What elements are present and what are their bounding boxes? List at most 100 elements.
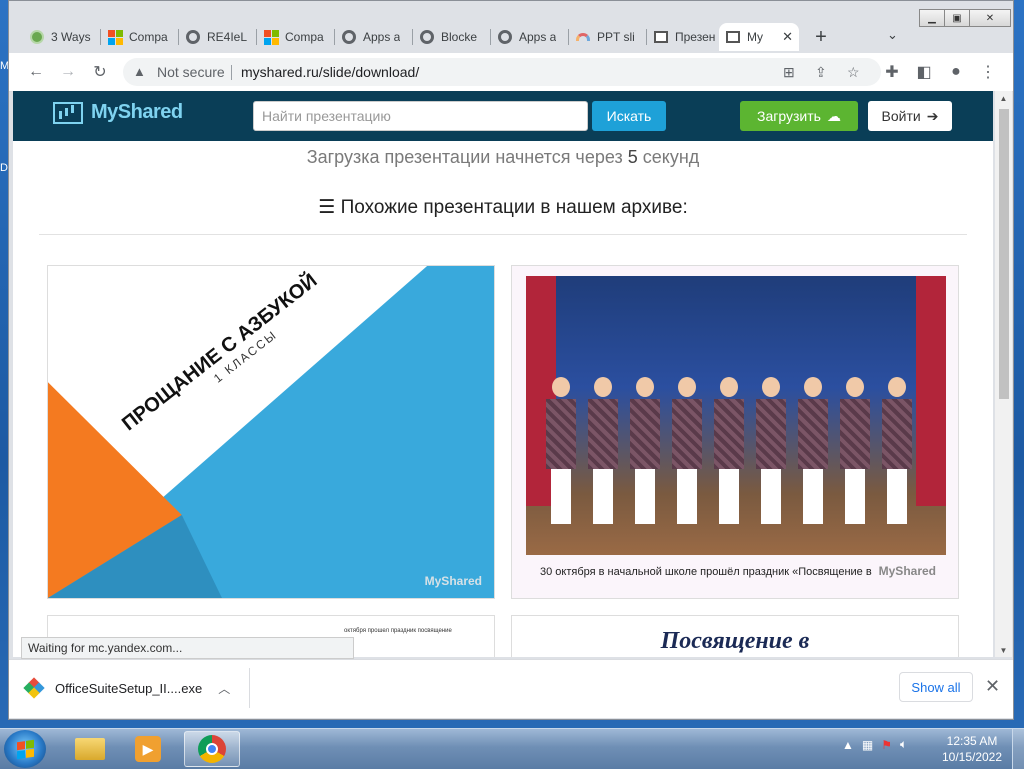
installer-file-icon [23,677,45,699]
desktop-edge-text: D [0,162,8,174]
tab-strip: 3 Ways Compa RE4IeL Compa Apps a Blocke [9,1,1013,53]
system-clock[interactable]: 12:35 AM 10/15/2022 [940,733,1004,765]
security-label[interactable]: Not secure [157,64,225,80]
tab-compa[interactable]: Compa [101,23,179,51]
show-all-button[interactable]: Show all [899,672,973,702]
search-input[interactable] [253,101,588,131]
action-center-flag-icon[interactable]: ⚑ [881,738,892,752]
scrollbar-thumb[interactable] [999,109,1009,399]
reload-icon[interactable]: ↻ [89,61,111,83]
tab-title: Apps a [519,30,557,44]
warning-triangle-icon[interactable]: ▲ [133,64,146,79]
side-panel-icon[interactable]: ◧ [913,61,935,83]
tab-title: 3 Ways [51,30,91,44]
browser-toolbar: ← → ↻ ▲ Not secure myshared.ru/slide/dow… [9,53,1013,92]
chevron-up-icon[interactable]: ︿ [218,680,230,697]
scroll-down-arrow-icon[interactable]: ▼ [995,643,1012,657]
presentation-card[interactable]: Посвящение в [511,615,959,657]
cloud-upload-icon: ☁ [826,107,841,124]
tab-title: Blocke [441,30,478,44]
myshared-watermark: MyShared [878,564,936,578]
tab-compa-2[interactable]: Compa [257,23,335,51]
tab-apps[interactable]: Apps a [335,23,413,51]
chrome-icon [198,735,226,763]
divider [39,234,967,235]
download-file-name[interactable]: OfficeSuiteSetup_II....exe [55,681,202,696]
close-tab-icon[interactable]: ✕ [782,29,793,45]
tab-ppt-slides[interactable]: PPT sli [569,23,647,51]
start-button[interactable] [4,730,46,768]
green-circle-icon [29,29,45,45]
countdown-seconds: 5 [627,147,638,167]
slide-title: Посвящение в [660,628,810,654]
site-logo[interactable]: MyShared [53,101,183,124]
slide-caption: 30 октября в начальной школе прошёл праз… [540,566,872,578]
back-arrow-icon[interactable]: ← [25,61,47,83]
list-icon: ☰ [318,197,336,218]
tab-apps-2[interactable]: Apps a [491,23,569,51]
presentation-card[interactable]: ПРОЩАНИЕ С АЗБУКОЙ 1 КЛАССЫ MyShared [47,265,495,599]
similar-presentations-heading: ☰ Похожие презентации в нашем архиве: [13,196,993,219]
photo-banner [584,278,889,369]
slide-snippet: октября прошел праздник посвящение [344,628,452,634]
file-explorer-taskbar-button[interactable] [62,731,118,767]
download-shelf: OfficeSuiteSetup_II....exe ︿ Show all ✕ [9,659,1013,718]
share-icon[interactable]: ⇪ [815,64,827,81]
media-player-taskbar-button[interactable]: ▶ [120,731,176,767]
bookmark-star-icon[interactable]: ☆ [847,64,860,81]
login-button[interactable]: Войти ➔ [868,101,952,131]
tab-search-chevron-icon[interactable]: ⌄ [887,27,898,43]
url-text[interactable]: myshared.ru/slide/download/ [241,64,419,80]
heading-text: Похожие презентации в нашем архиве: [340,197,688,218]
tab-title: Презен [675,30,716,44]
globe-icon [497,29,513,45]
menu-kebab-icon[interactable]: ⋮ [977,61,999,83]
presentation-icon [653,29,669,45]
tab-presentation[interactable]: Презен [647,23,723,51]
microsoft-icon [263,29,279,45]
minimize-button[interactable]: ▁ [919,9,945,27]
volume-icon[interactable]: 🔈︎ [900,737,907,752]
tab-blocked[interactable]: Blocke [413,23,491,51]
slide-photo[interactable] [526,276,946,555]
clock-time: 12:35 AM [946,734,998,748]
presentation-icon [725,29,741,45]
windows-logo-icon [16,739,34,759]
forward-arrow-icon[interactable]: → [57,61,79,83]
logo-text: MyShared [91,101,183,123]
search-button[interactable]: Искать [592,101,666,131]
tab-title: RE4IeL [207,30,248,44]
countdown-suffix: секунд [642,147,700,167]
media-player-icon: ▶ [135,736,161,762]
address-bar[interactable]: ▲ Not secure myshared.ru/slide/download/… [123,58,881,86]
rainbow-icon [575,29,591,45]
upload-label: Загрузить [757,108,821,124]
close-icon[interactable]: ✕ [985,676,1000,697]
slide-thumbnail[interactable]: ПРОЩАНИЕ С АЗБУКОЙ 1 КЛАССЫ MyShared [48,266,494,598]
upload-button[interactable]: Загрузить ☁ [740,101,858,131]
translate-icon[interactable]: ⊞ [783,64,795,81]
desktop-edge-text: M [0,60,8,72]
extensions-puzzle-icon[interactable]: ✚ [881,61,903,83]
chrome-taskbar-button[interactable] [184,731,240,767]
profile-avatar-icon[interactable]: ● [945,61,967,83]
site-header: MyShared Искать Загрузить ☁ Войти ➔ [13,91,993,141]
download-item[interactable]: OfficeSuiteSetup_II....exe ︿ [23,668,251,708]
scroll-up-arrow-icon[interactable]: ▲ [995,91,1012,105]
clock-date: 10/15/2022 [941,750,1003,764]
vertical-scrollbar[interactable]: ▲ ▼ [995,91,1012,657]
browser-window: 3 Ways Compa RE4IeL Compa Apps a Blocke [8,0,1014,720]
countdown-prefix: Загрузка презентации начнется через [306,147,623,167]
new-tab-button[interactable]: + [809,25,833,49]
maximize-button[interactable]: ▣ [944,9,970,27]
tab-3-ways[interactable]: 3 Ways [23,23,101,51]
tab-myshared-active[interactable]: My ✕ [719,23,799,51]
microsoft-icon [107,29,123,45]
close-window-button[interactable]: ✕ [969,9,1011,27]
show-hidden-icons-icon[interactable]: ▲ [842,738,854,752]
tab-re4iel[interactable]: RE4IeL [179,23,257,51]
network-icon[interactable]: ▦ [862,738,873,752]
presentation-card[interactable]: 30 октября в начальной школе прошёл праз… [511,265,959,599]
show-desktop-button[interactable] [1012,729,1024,769]
divider [249,668,250,708]
